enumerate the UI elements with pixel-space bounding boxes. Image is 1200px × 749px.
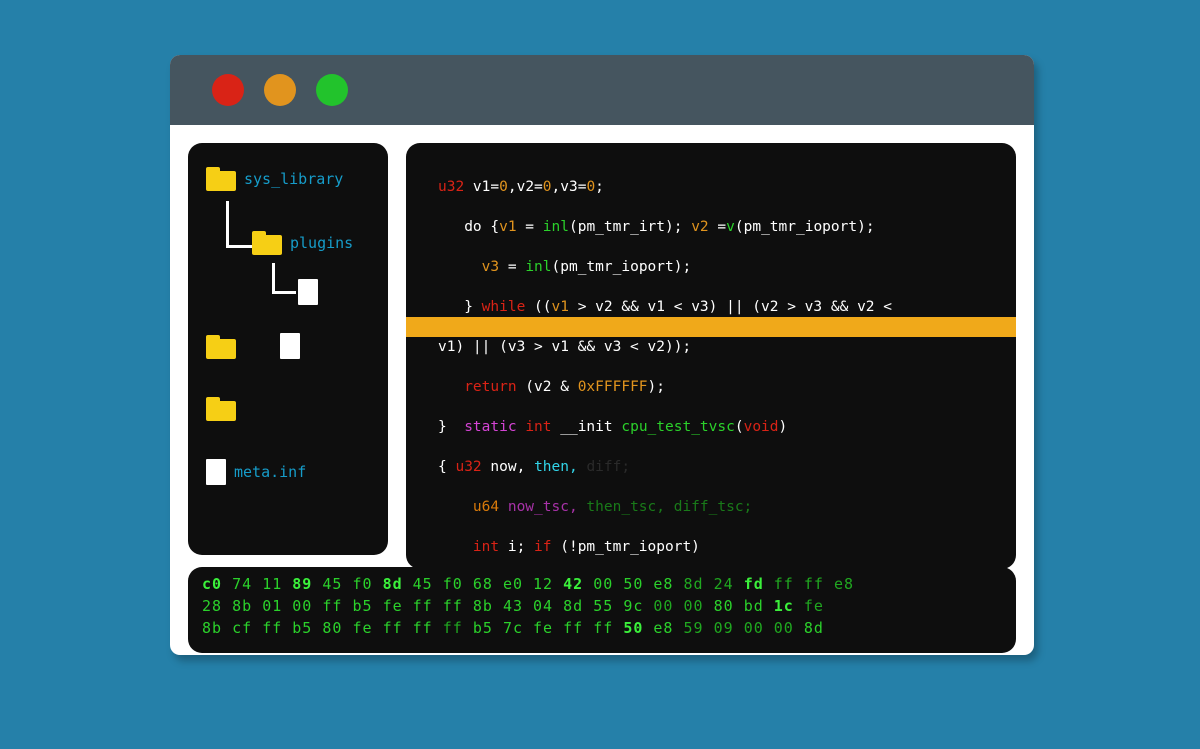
folder-icon (206, 335, 236, 359)
file-icon (298, 279, 318, 305)
sidebar-pane: sys_library plugins (188, 143, 388, 555)
hex-row: 8b cf ff b5 80 fe ff ff ff b5 7c fe ff f… (202, 617, 1002, 639)
code-line: { u32 now, then, diff; (438, 457, 1016, 477)
code-line: v3 = inl(pm_tmr_ioport); (438, 257, 1016, 277)
tree-item-folder[interactable] (206, 397, 236, 421)
highlighted-line (406, 317, 1016, 337)
tree-label: meta.inf (234, 463, 306, 481)
titlebar (170, 55, 1034, 125)
code-line: int i; if (!pm_tmr_ioport) (438, 537, 1016, 557)
code-line: v1) || (v3 > v1 && v3 < v2)); (438, 337, 1016, 357)
tree-line (226, 201, 229, 247)
file-icon (206, 459, 226, 485)
tree-item-folder[interactable] (206, 335, 236, 359)
code-content: u32 v1=0,v2=0,v3=0; do {v1 = inl(pm_tmr_… (406, 157, 1016, 569)
maximize-dot[interactable] (316, 74, 348, 106)
code-line: u64 now_tsc, then_tsc, diff_tsc; (438, 497, 1016, 517)
tree-line (272, 263, 275, 293)
body-row: sys_library plugins (170, 125, 1034, 555)
tree-line (226, 245, 252, 248)
tree-item-file[interactable] (280, 333, 300, 359)
code-line: u32 v1=0,v2=0,v3=0; (438, 177, 1016, 197)
tree-label: plugins (290, 234, 353, 252)
code-line: return (v2 & 0xFFFFFF); (438, 377, 1016, 397)
tree-label: sys_library (244, 170, 343, 188)
tree-item-plugins[interactable]: plugins (252, 231, 353, 255)
tree-item-meta-inf[interactable]: meta.inf (206, 459, 306, 485)
folder-icon (206, 397, 236, 421)
hex-row: 28 8b 01 00 ff b5 fe ff ff 8b 43 04 8d 5… (202, 595, 1002, 617)
code-line: do {v1 = inl(pm_tmr_irt); v2 =v(pm_tmr_i… (438, 217, 1016, 237)
code-line: } static int __init cpu_test_tvsc(void) (438, 417, 1016, 437)
minimize-dot[interactable] (264, 74, 296, 106)
folder-icon (252, 231, 282, 255)
folder-icon (206, 167, 236, 191)
code-pane[interactable]: u32 v1=0,v2=0,v3=0; do {v1 = inl(pm_tmr_… (406, 143, 1016, 569)
close-dot[interactable] (212, 74, 244, 106)
tree-item-file[interactable] (298, 279, 318, 305)
hex-pane: c0 74 11 89 45 f0 8d 45 f0 68 e0 12 42 0… (188, 567, 1016, 653)
file-icon (280, 333, 300, 359)
code-line: } while ((v1 > v2 && v1 < v3) || (v2 > v… (438, 297, 1016, 317)
hex-row: c0 74 11 89 45 f0 8d 45 f0 68 e0 12 42 0… (202, 573, 1002, 595)
tree-item-sys-library[interactable]: sys_library (206, 167, 343, 191)
tree-line (272, 291, 296, 294)
app-window: sys_library plugins (170, 55, 1034, 655)
